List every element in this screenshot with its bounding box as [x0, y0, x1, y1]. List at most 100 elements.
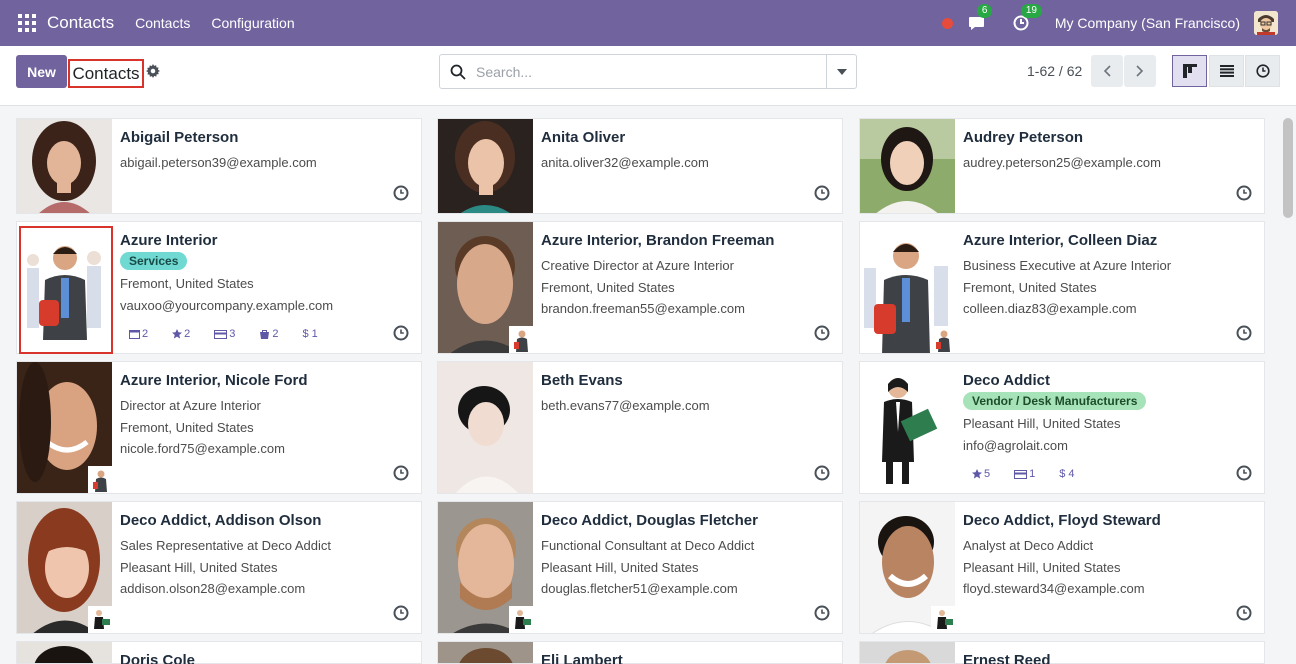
contact-email: douglas.fletcher51@example.com [541, 581, 738, 596]
contact-name: Eli Lambert [541, 652, 623, 664]
contact-card[interactable]: Anita Oliver anita.oliver32@example.com [437, 118, 843, 214]
company-logo [860, 362, 955, 493]
menu-configuration[interactable]: Configuration [211, 15, 294, 31]
activity-clock-icon[interactable] [393, 185, 409, 201]
activity-clock-icon[interactable] [393, 465, 409, 481]
due-stat[interactable]: $1 [303, 328, 318, 340]
contact-card[interactable]: Beth Evans beth.evans77@example.com [437, 361, 843, 494]
contact-card[interactable]: Azure Interior, Colleen Diaz Business Ex… [859, 221, 1265, 354]
company-logo [19, 226, 113, 354]
card-icon [214, 329, 228, 339]
chevron-left-icon [1103, 65, 1111, 77]
dollar-icon: $ [1059, 468, 1066, 480]
contact-card[interactable]: Ernest Reed [859, 641, 1265, 664]
contact-email: addison.olson28@example.com [120, 581, 306, 596]
contact-email: colleen.diaz83@example.com [963, 301, 1137, 316]
contact-location: Pleasant Hill, United States [120, 559, 278, 575]
contact-card[interactable]: Deco Addict Vendor / Desk Manufacturers … [859, 361, 1265, 494]
pager-previous-button[interactable] [1091, 55, 1123, 87]
contact-card[interactable]: Azure Interior, Brandon Freeman Creative… [437, 221, 843, 354]
search-bar [439, 54, 857, 89]
category-tag: Services [120, 252, 188, 270]
contact-name: Abigail Peterson [120, 129, 239, 146]
pager-value[interactable]: 1-62 / 62 [1027, 63, 1082, 79]
activity-view-button[interactable] [1245, 55, 1280, 87]
activity-clock-icon[interactable] [814, 465, 830, 481]
messages-button[interactable]: 6 [967, 4, 993, 33]
sales-stat[interactable]: 2 [259, 328, 279, 340]
app-title[interactable]: Contacts [47, 13, 114, 33]
company-mini-logo [88, 466, 112, 493]
activity-clock-icon[interactable] [393, 605, 409, 621]
activity-clock-icon[interactable] [814, 605, 830, 621]
contact-email: info@agrolait.com [963, 437, 1068, 453]
contact-name: Deco Addict, Floyd Steward [963, 512, 1161, 529]
invoices-stat[interactable]: 1 [1014, 468, 1035, 480]
menu-contacts[interactable]: Contacts [135, 15, 190, 31]
opportunities-stat[interactable]: 5 [972, 468, 990, 480]
contact-email: beth.evans77@example.com [541, 398, 710, 413]
due-stat[interactable]: $4 [1059, 468, 1074, 480]
contact-card[interactable]: Audrey Peterson audrey.peterson25@exampl… [859, 118, 1265, 214]
contact-card[interactable]: Deco Addict, Addison Olson Sales Represe… [16, 501, 422, 634]
activity-clock-icon[interactable] [1236, 325, 1252, 341]
contact-location: Fremont, United States [120, 276, 254, 291]
contact-card[interactable]: Doris Cole [16, 641, 422, 664]
contact-name: Azure Interior, Nicole Ford [120, 372, 308, 389]
contact-location: Pleasant Hill, United States [963, 559, 1121, 575]
invoices-stat[interactable]: 3 [214, 328, 235, 340]
company-mini-logo [509, 606, 533, 633]
contact-card[interactable]: Azure Interior, Nicole Ford Director at … [16, 361, 422, 494]
record-icon[interactable] [941, 17, 953, 29]
user-avatar[interactable] [1254, 11, 1278, 35]
contact-card[interactable]: Deco Addict, Floyd Steward Analyst at De… [859, 501, 1265, 634]
search-icon [450, 64, 466, 80]
contact-name: Ernest Reed [963, 652, 1051, 664]
contact-card[interactable]: Deco Addict, Douglas Fletcher Functional… [437, 501, 843, 634]
contact-name: Deco Addict, Douglas Fletcher [541, 512, 758, 529]
list-icon [1219, 65, 1234, 77]
contact-job: Creative Director at Azure Interior [541, 258, 734, 273]
star-icon [172, 329, 183, 339]
contact-location: Pleasant Hill, United States [541, 559, 699, 575]
activity-clock-icon[interactable] [1236, 465, 1252, 481]
opportunities-stat[interactable]: 2 [172, 328, 190, 340]
company-switcher[interactable]: My Company (San Francisco) [1055, 15, 1240, 31]
contact-card[interactable]: Eli Lambert [437, 641, 843, 664]
top-navbar: Contacts Contacts Configuration 6 19 My … [0, 0, 1296, 46]
gear-icon[interactable] [146, 64, 160, 78]
contact-photo [17, 119, 112, 213]
activity-clock-icon[interactable] [1236, 605, 1252, 621]
meetings-stat[interactable]: 2 [129, 328, 148, 340]
activity-clock-icon[interactable] [814, 185, 830, 201]
messages-badge: 6 [976, 4, 993, 18]
activity-clock-icon[interactable] [1236, 185, 1252, 201]
activity-clock-icon[interactable] [393, 325, 409, 341]
new-button[interactable]: New [16, 55, 67, 88]
search-input[interactable] [476, 61, 816, 83]
pager-next-button[interactable] [1124, 55, 1156, 87]
contact-name: Doris Cole [120, 652, 196, 664]
scrollbar-thumb[interactable] [1283, 118, 1293, 218]
kanban-icon [1182, 64, 1197, 78]
app-grid-icon[interactable] [18, 14, 36, 32]
contact-email: audrey.peterson25@example.com [963, 155, 1161, 170]
bag-icon [260, 330, 270, 339]
search-options-toggle[interactable] [826, 55, 856, 88]
contact-card[interactable]: Abigail Peterson abigail.peterson39@exam… [16, 118, 422, 214]
contact-job: Business Executive at Azure Interior [963, 258, 1172, 273]
contact-name: Audrey Peterson [963, 129, 1084, 146]
kanban-view-button[interactable] [1172, 55, 1207, 87]
contact-name: Azure Interior, Brandon Freeman [541, 232, 775, 249]
contact-name: Azure Interior, Colleen Diaz [963, 232, 1158, 249]
company-mini-logo [931, 326, 955, 353]
activity-clock-icon[interactable] [814, 325, 830, 341]
contact-photo [438, 119, 533, 213]
list-view-button[interactable] [1209, 55, 1244, 87]
contact-name: Deco Addict [963, 372, 1050, 389]
dollar-icon: $ [302, 328, 309, 340]
contact-email: nicole.ford75@example.com [120, 441, 285, 456]
activities-button[interactable]: 19 [1011, 4, 1042, 33]
contact-job: Director at Azure Interior [120, 398, 261, 413]
contact-card[interactable]: Azure Interior Services Fremont, United … [16, 221, 422, 354]
